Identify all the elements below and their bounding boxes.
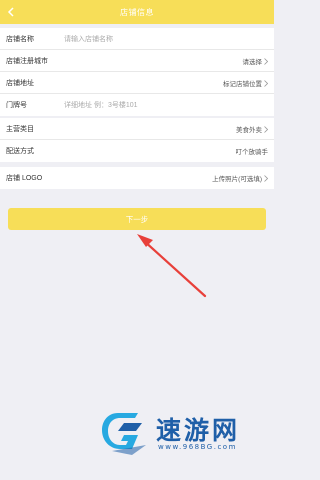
logo-group: 店铺 LOGO 上传照片(可选填) [0,167,274,189]
watermark-logo-icon [102,413,146,455]
next-step-button[interactable]: 下一步 [8,208,266,230]
chevron-right-icon [264,174,268,182]
chevron-right-icon [264,125,268,133]
header-bar: 店铺信息 [0,0,274,24]
delivery-label: 配送方式 [6,148,34,155]
category-row[interactable]: 主营类目 美食外卖 [0,118,274,140]
watermark-url: www.968BG.com [158,443,237,451]
logo-row[interactable]: 店铺 LOGO 上传照片(可选填) [0,167,274,189]
door-number-input[interactable]: 详细地址 例：3号楼101 [64,100,138,110]
chevron-right-icon [264,57,268,65]
back-button[interactable] [4,5,18,19]
business-info-group: 主营类目 美食外卖 配送方式 叮个放骑手 [0,118,274,162]
chevron-right-icon [264,79,268,87]
shop-city-value[interactable]: 请选择 [243,56,263,66]
shop-city-label: 店铺注册城市 [6,57,48,65]
shop-address-value[interactable]: 标记店铺位置 [223,78,262,88]
logo-label: 店铺 LOGO [6,175,43,182]
page-title: 店铺信息 [120,7,154,17]
chevron-left-icon [7,7,14,17]
shop-address-row[interactable]: 店铺地址 标记店铺位置 [0,72,274,94]
category-label: 主营类目 [6,125,34,133]
shop-basic-info-group: 店铺名称 请输入店铺名称 店铺注册城市 请选择 店铺地址 标记店铺位置 门牌号 … [0,28,274,116]
door-number-row[interactable]: 门牌号 详细地址 例：3号楼101 [0,94,274,116]
shop-city-row[interactable]: 店铺注册城市 请选择 [0,50,274,72]
category-value[interactable]: 美食外卖 [236,124,262,134]
delivery-value: 叮个放骑手 [235,149,269,156]
watermark-title: 速游网 [156,416,241,445]
shop-name-label: 店铺名称 [6,35,34,43]
delivery-row[interactable]: 配送方式 叮个放骑手 [0,140,274,162]
watermark: 速游网 www.968BG.com [98,405,268,465]
logo-upload-value[interactable]: 上传照片(可选填) [212,173,262,183]
shop-name-row[interactable]: 店铺名称 请输入店铺名称 [0,28,274,50]
shop-address-label: 店铺地址 [6,79,34,87]
shop-name-input[interactable]: 请输入店铺名称 [64,34,113,44]
door-number-label: 门牌号 [6,102,27,109]
